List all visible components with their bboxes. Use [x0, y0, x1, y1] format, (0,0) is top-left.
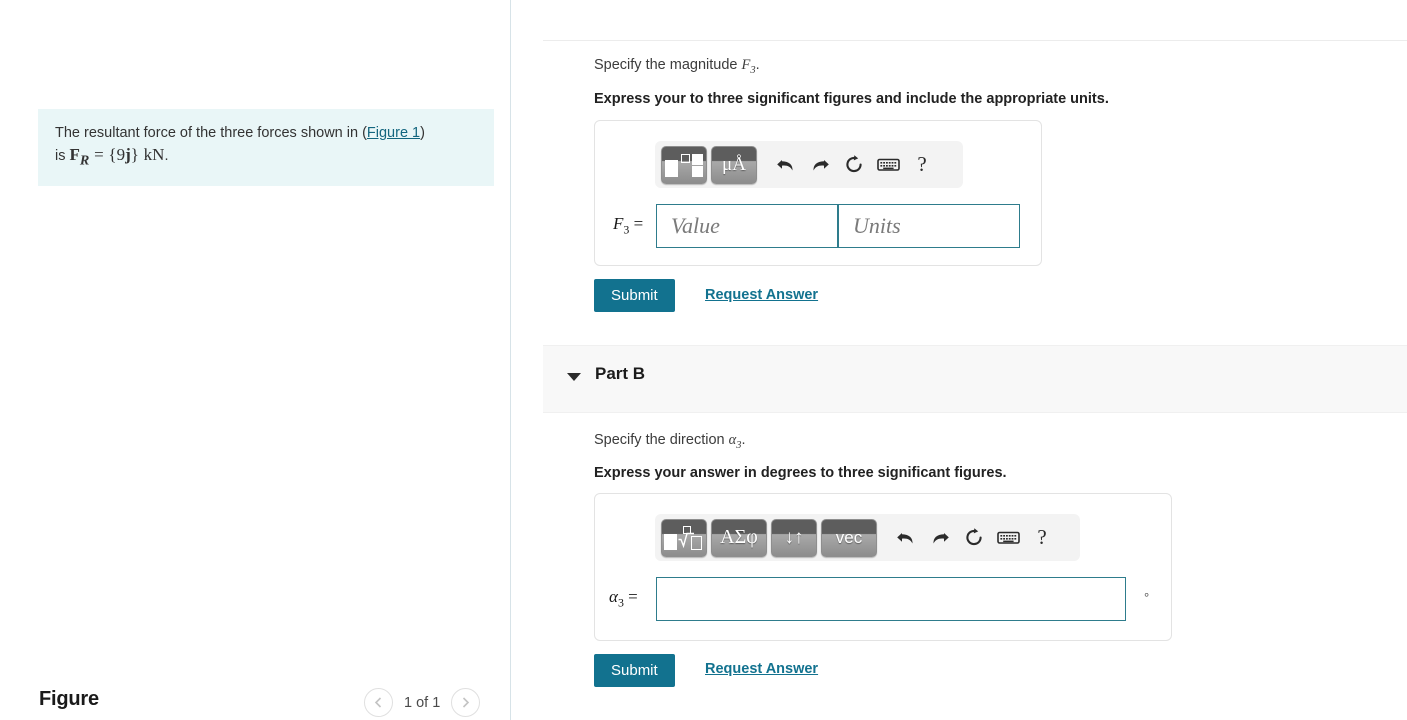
redo-button[interactable]	[923, 523, 957, 553]
part-a-field-label: F3 =	[613, 214, 643, 237]
figure-footer: Figure 1 of 1	[0, 682, 509, 720]
reset-button[interactable]	[837, 150, 871, 180]
undo-icon	[777, 159, 793, 170]
part-b-prompt-prefix: Specify the direction	[594, 432, 729, 448]
force-symbol: F	[69, 145, 80, 164]
right-pane: Specify the magnitude F3. Express your t…	[511, 0, 1407, 720]
figure-next-button[interactable]	[451, 688, 481, 717]
part-a-field-equals: =	[633, 214, 644, 233]
greek-letters-label: ΑΣφ	[720, 526, 758, 548]
part-a-field-symbol: F	[613, 214, 624, 233]
reset-icon	[846, 155, 862, 173]
radical-icon	[678, 532, 694, 548]
part-b-prompt-symbol: α3	[728, 432, 742, 451]
part-a-field-subscript: 3	[623, 222, 630, 237]
part-a-instruction: Express your to three significant figure…	[594, 91, 1109, 107]
figure-1-link[interactable]: Figure 1	[367, 125, 420, 141]
formula-brace-open: {	[108, 145, 117, 164]
keyboard-icon	[876, 158, 900, 171]
chevron-down-icon[interactable]	[567, 373, 581, 381]
keyboard-button[interactable]	[871, 150, 905, 180]
units-button-label: μÅ	[722, 154, 746, 175]
figure-pager-label: 1 of 1	[404, 694, 441, 711]
force-subscript: R	[79, 152, 90, 169]
top-divider	[543, 40, 1407, 41]
part-b-prompt-suffix: .	[741, 432, 746, 448]
formula-equals: =	[94, 145, 104, 164]
part-a-prompt: Specify the magnitude F3.	[594, 56, 760, 80]
part-b-request-answer-link[interactable]: Request Answer	[705, 661, 818, 677]
formula-period: .	[164, 148, 169, 164]
figure-pager: 1 of 1	[364, 688, 481, 717]
part-b-instruction: Express your answer in degrees to three …	[594, 465, 1007, 481]
formula-brace-close: }	[130, 145, 139, 164]
figure-panel-title: Figure	[39, 688, 99, 710]
part-a-value-input[interactable]	[656, 204, 838, 248]
vector-label: vec	[835, 527, 863, 547]
math-template-button[interactable]	[661, 145, 707, 184]
chevron-left-icon	[374, 697, 382, 708]
keyboard-icon	[996, 531, 1020, 544]
part-a-prompt-prefix: Specify the magnitude	[594, 57, 742, 73]
formula-units: kN	[143, 145, 165, 164]
greek-letters-button[interactable]: ΑΣφ	[711, 518, 767, 557]
keyboard-button[interactable]	[991, 523, 1025, 553]
arrows-button[interactable]: ↓↑	[771, 518, 817, 557]
redo-icon	[813, 159, 829, 170]
part-b-field-label: α3 =	[609, 587, 638, 610]
degree-unit-label: °	[1144, 590, 1150, 605]
part-b-field-subscript: 3	[617, 595, 624, 610]
problem-text-after-link: )	[420, 125, 425, 141]
part-a-prompt-symbol: F3	[741, 57, 756, 76]
part-b-title: Part B	[595, 364, 646, 383]
problem-statement-line-1: The resultant force of the three forces …	[55, 123, 478, 143]
problem-statement-line-2: is FR = {9j} kN.	[55, 145, 478, 170]
problem-page: The resultant force of the three forces …	[0, 0, 1407, 720]
part-b-answer-input[interactable]	[656, 577, 1126, 621]
undo-button[interactable]	[769, 150, 803, 180]
part-a-answer-box: μÅ ? F3 = Value Units	[594, 120, 1042, 266]
math-template-button[interactable]	[661, 518, 707, 557]
part-b-prompt: Specify the direction α3.	[594, 431, 745, 455]
part-b-header[interactable]: Part B	[543, 345, 1407, 413]
template-glyph-icon	[664, 152, 704, 178]
part-a-prompt-suffix: .	[755, 57, 760, 73]
part-a-request-answer-link[interactable]: Request Answer	[705, 287, 818, 303]
part-b-submit-button[interactable]: Submit	[594, 654, 675, 687]
part-a-units-input[interactable]	[838, 204, 1020, 248]
help-button[interactable]: ?	[1025, 523, 1059, 553]
resultant-force-formula: FR = {9j} kN	[69, 145, 165, 168]
part-b-field-symbol: α	[609, 587, 618, 606]
undo-icon	[897, 532, 913, 543]
formula-magnitude: 9	[116, 145, 126, 164]
units-button[interactable]: μÅ	[711, 145, 757, 184]
part-a-math-toolbar: μÅ ?	[655, 141, 963, 188]
part-a-submit-button[interactable]: Submit	[594, 279, 675, 312]
help-button[interactable]: ?	[905, 150, 939, 180]
chevron-right-icon	[463, 697, 470, 708]
redo-button[interactable]	[803, 150, 837, 180]
problem-text-before-link: The resultant force of the three forces …	[55, 125, 367, 141]
left-pane: The resultant force of the three forces …	[0, 0, 510, 720]
reset-button[interactable]	[957, 523, 991, 553]
reset-icon	[966, 528, 982, 546]
template-radical-glyph-icon	[664, 525, 704, 551]
problem-statement: The resultant force of the three forces …	[38, 109, 494, 187]
figure-prev-button[interactable]	[364, 688, 393, 717]
redo-icon	[933, 532, 949, 543]
arrows-label: ↓↑	[784, 526, 804, 548]
part-b-math-toolbar: ΑΣφ ↓↑ vec ?	[655, 514, 1080, 561]
vector-button[interactable]: vec	[821, 518, 877, 557]
part-b-answer-box: ΑΣφ ↓↑ vec ? α3 =	[594, 493, 1172, 641]
undo-button[interactable]	[889, 523, 923, 553]
problem-line2-prefix: is	[55, 148, 70, 164]
part-b-field-equals: =	[628, 587, 638, 606]
